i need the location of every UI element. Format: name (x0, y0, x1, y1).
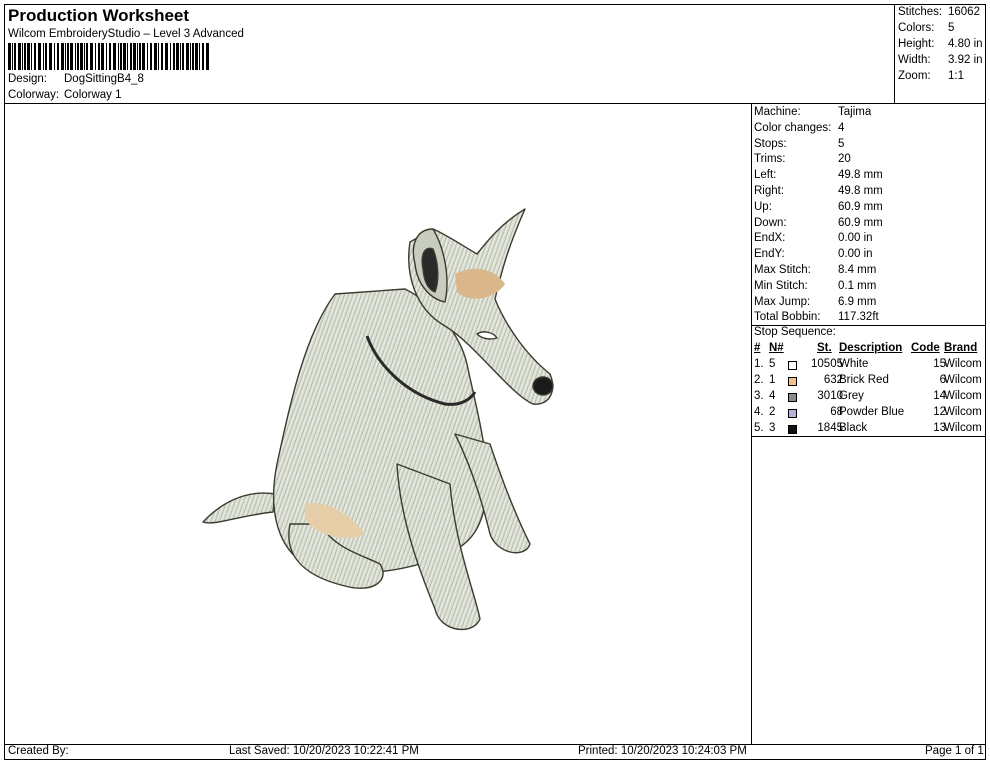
footer-last-saved: Last Saved: 10/20/2023 10:22:41 PM (229, 745, 419, 757)
summary-stitches-value: 16062 (948, 6, 980, 18)
summary-height-value: 4.80 in (948, 38, 983, 50)
machine-info-value: 5 (838, 137, 845, 150)
software-name: Wilcom EmbroideryStudio – Level 3 Advanc… (8, 28, 244, 40)
stop-cell-desc: Brick Red (839, 374, 889, 386)
stop-sequence-divider (751, 325, 986, 326)
stop-cell-desc: Powder Blue (839, 406, 905, 418)
embroidery-design-image (202, 208, 554, 631)
machine-info-label: Max Stitch: (754, 264, 811, 276)
stop-cell-num: 2. (754, 374, 764, 386)
machine-info-value: 6.9 mm (838, 295, 877, 308)
machine-info-label: Up: (754, 200, 772, 213)
machine-info-value: 117.32ft (838, 311, 879, 324)
barcode-icon (8, 43, 209, 70)
footer-printed: Printed: 10/20/2023 10:24:03 PM (578, 745, 747, 757)
page-title: Production Worksheet (8, 6, 190, 25)
design-value: DogSittingB4_8 (64, 73, 144, 85)
design-label: Design: (8, 73, 47, 85)
machine-info-label: EndX: (754, 232, 786, 245)
machine-info-value: 0.1 mm (838, 279, 877, 292)
col-header-num: # (754, 342, 761, 354)
thread-color-swatch (788, 393, 797, 402)
machine-info-label: Color changes: (754, 121, 832, 134)
machine-info-value: 49.8 mm (838, 185, 883, 197)
stop-cell-n: 5 (769, 358, 776, 370)
machine-info-value: 60.9 mm (838, 200, 883, 213)
stop-cell-desc: Black (839, 422, 868, 434)
stop-cell-n: 4 (769, 390, 776, 402)
stop-cell-brand: Wilcom (944, 374, 982, 386)
stop-cell-n: 1 (769, 374, 776, 386)
machine-info-label: Right: (754, 185, 785, 197)
machine-info-value: 8.4 mm (838, 264, 877, 276)
summary-colors-value: 5 (948, 22, 955, 34)
summary-stitches-label: Stitches: (898, 6, 943, 18)
colorway-value: Colorway 1 (64, 89, 122, 101)
footer-page-number: Page 1 of 1 (925, 745, 984, 757)
machine-info-value: 4 (838, 121, 845, 134)
summary-colors-label: Colors: (898, 22, 935, 34)
machine-info-label: Stops: (754, 137, 787, 150)
machine-info-label: Trims: (754, 153, 786, 166)
stop-cell-brand: Wilcom (944, 358, 982, 370)
col-header-st: St. (817, 342, 832, 354)
thread-color-swatch (788, 361, 797, 370)
machine-info-label: Min Stitch: (754, 279, 808, 292)
summary-zoom-label: Zoom: (898, 70, 931, 82)
machine-info-value: 60.9 mm (838, 216, 883, 229)
stop-cell-brand: Wilcom (944, 406, 982, 418)
machine-info-value: 20 (838, 153, 851, 166)
stop-cell-num: 4. (754, 406, 764, 418)
machine-info-value: 0.00 in (838, 232, 873, 245)
thread-color-swatch (788, 377, 797, 386)
stop-cell-desc: Grey (839, 390, 864, 402)
machine-info-value: 49.8 mm (838, 169, 883, 182)
stop-cell-num: 1. (754, 358, 764, 370)
stop-cell-n: 3 (769, 422, 776, 434)
col-header-description: Description (839, 342, 903, 354)
machine-info-label: Total Bobbin: (754, 311, 821, 324)
stop-cell-brand: Wilcom (944, 390, 982, 402)
stop-sequence-title: Stop Sequence: (754, 326, 836, 338)
footer-frame (4, 744, 986, 760)
machine-info-label: Max Jump: (754, 295, 811, 308)
summary-zoom-value: 1:1 (948, 70, 964, 82)
thread-color-swatch (788, 409, 797, 418)
stop-sequence-bottom-rule (751, 436, 986, 437)
machine-info-label: Down: (754, 216, 787, 229)
machine-info-label: Left: (754, 169, 777, 182)
stop-cell-desc: White (839, 358, 869, 370)
stop-cell-brand: Wilcom (944, 422, 982, 434)
stop-cell-num: 3. (754, 390, 764, 402)
machine-info-value: 0.00 in (838, 248, 873, 261)
summary-width-label: Width: (898, 54, 931, 66)
machine-info-value: Tajima (838, 106, 872, 118)
machine-info-label: Machine: (754, 106, 801, 118)
col-header-n: N# (769, 342, 784, 354)
col-header-code: Code (911, 342, 940, 354)
thread-color-swatch (788, 425, 797, 434)
stop-cell-n: 2 (769, 406, 776, 418)
machine-info-label: EndY: (754, 248, 785, 261)
summary-height-label: Height: (898, 38, 935, 50)
colorway-label: Colorway: (8, 89, 60, 101)
col-header-brand: Brand (944, 342, 978, 354)
stop-cell-num: 5. (754, 422, 764, 434)
summary-width-value: 3.92 in (948, 54, 983, 66)
footer-created-by: Created By: (8, 745, 69, 757)
